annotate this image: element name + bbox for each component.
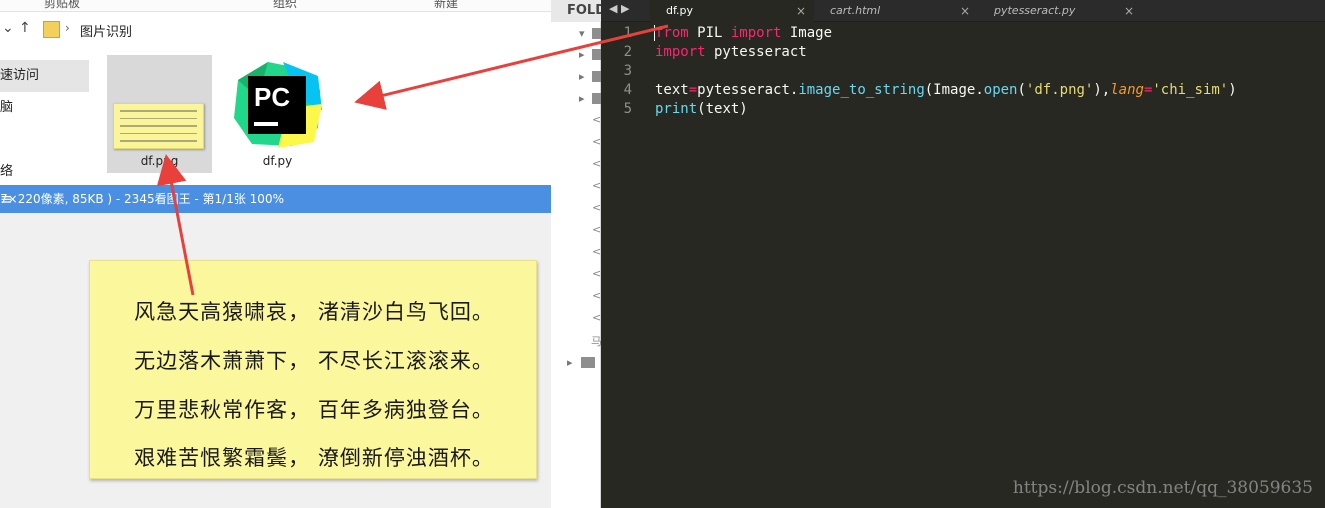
line-number: 2	[623, 44, 632, 60]
sidebar-folder-row[interactable]: ▸	[551, 353, 601, 373]
sidebar-file-row[interactable]: <	[551, 133, 601, 153]
sidebar-file-row[interactable]: <	[551, 199, 601, 219]
sidebar-file-row[interactable]: <	[551, 243, 601, 263]
file-name: df.py	[262, 154, 293, 168]
ribbon-group-labels: 剪贴板 组织 新建	[0, 0, 551, 12]
nav-item-blank[interactable]	[0, 124, 95, 156]
triangle-right-icon: ▸	[567, 356, 573, 369]
ribbon-group-new: 新建	[434, 0, 459, 10]
ribbon-group-organize: 组织	[273, 0, 298, 10]
tab-label: pytesseract.py	[994, 4, 1076, 17]
triangle-down-icon: ▾	[579, 27, 585, 40]
folder-icon	[592, 93, 601, 104]
sidebar-file-row[interactable]: <	[551, 111, 601, 131]
folder-icon	[43, 21, 60, 38]
chevron-down-icon[interactable]: ⌄	[2, 20, 14, 36]
folder-sidebar: FOLD ▾ ▸ ▸ ▸ < < < < < < < < < < 马 ▸	[551, 0, 606, 508]
tab-label: cart.html	[830, 4, 881, 17]
sidebar-folder-row[interactable]: ▸	[551, 89, 601, 109]
code-area[interactable]: from PIL import Image import pytesseract…	[655, 24, 1237, 119]
file-icon: <	[592, 201, 602, 214]
triangle-right-icon: ▸	[579, 70, 585, 83]
image-thumbnail-icon	[113, 103, 204, 149]
image-viewer-canvas: 风急天高猿啸哀， 渚清沙白鸟飞回。 无边落木萧萧下， 不尽长江滚滚来。 万里悲秋…	[0, 213, 551, 508]
close-icon[interactable]: ×	[796, 0, 806, 22]
sidebar-file-row[interactable]: <	[551, 309, 601, 329]
triangle-right-icon: ▸	[579, 48, 585, 61]
tab-label: df.py	[666, 4, 694, 17]
file-icon: <	[592, 223, 602, 236]
file-icon: <	[592, 267, 602, 280]
poem-line: 万里悲秋常作客， 百年多病独登台。	[134, 398, 494, 422]
line-number: 4	[623, 82, 632, 98]
file-item-df-py[interactable]: PC df.py	[225, 55, 330, 173]
file-icon: <	[592, 113, 602, 126]
file-name: df.png	[140, 154, 179, 168]
close-icon[interactable]: ×	[960, 0, 970, 22]
close-icon[interactable]: ×	[1124, 0, 1134, 22]
up-arrow-icon[interactable]: ↑	[19, 20, 31, 36]
code-line: import pytesseract	[655, 44, 807, 60]
tab-df-py[interactable]: df.py ×	[650, 0, 814, 22]
breadcrumb-chevron-icon[interactable]: ›	[65, 21, 70, 35]
folder-icon	[581, 357, 595, 368]
poem-line: 风急天高猿啸哀， 渚清沙白鸟飞回。	[134, 300, 494, 324]
file-icon: <	[592, 289, 602, 302]
tab-nav-arrows-icon[interactable]: ◀ ▶	[609, 2, 629, 15]
sidebar-file-row[interactable]: <	[551, 221, 601, 241]
tab-pytesseract-py[interactable]: pytesseract.py ×	[978, 0, 1142, 22]
viewer-titlebar: 7×220像素, 85KB ) - 2345看图王 - 第1/1张 100% ≡	[0, 185, 551, 213]
file-explorer: 剪贴板 组织 新建 ⌄ ↑ › 图片识别 速访问 脑 络 庭组 df.png P…	[0, 0, 551, 211]
line-number: 3	[623, 63, 632, 79]
file-icon: <	[592, 245, 602, 258]
code-line: print(text)	[655, 101, 748, 117]
code-editor: FOLD ▾ ▸ ▸ ▸ < < < < < < < < < < 马 ▸ ◀ ▶…	[551, 0, 1325, 508]
triangle-right-icon: ▸	[579, 92, 585, 105]
file-icon: <	[592, 179, 602, 192]
menu-icon[interactable]: ≡	[0, 185, 543, 213]
sidebar-header: FOLD	[551, 0, 606, 22]
sidebar-file-row[interactable]: <	[551, 177, 601, 197]
folder-icon	[592, 71, 601, 82]
sidebar-folder-row[interactable]: ▸	[551, 45, 601, 65]
ribbon-group-clipboard: 剪贴板	[44, 0, 81, 10]
line-number: 1	[623, 25, 632, 41]
sidebar-folder-row[interactable]: ▾	[551, 24, 601, 44]
nav-item-this-pc[interactable]: 脑	[0, 92, 95, 124]
code-line: from PIL import Image	[655, 25, 833, 41]
file-icon: <	[592, 157, 602, 170]
code-line: text=pytesseract.image_to_string(Image.o…	[655, 82, 1237, 98]
folder-icon	[592, 28, 601, 39]
nav-item-network[interactable]: 络	[0, 156, 95, 188]
breadcrumb[interactable]: 图片识别	[80, 21, 132, 40]
sidebar-file-row[interactable]: 马	[551, 331, 602, 351]
address-bar[interactable]: ⌄ ↑ › 图片识别	[0, 16, 551, 44]
file-icon: <	[592, 311, 602, 324]
pycharm-logo-text: PC	[254, 82, 290, 112]
poem-line: 艰难苦恨繁霜鬓， 潦倒新停浊酒杯。	[134, 446, 494, 470]
file-item-df-png[interactable]: df.png	[107, 55, 212, 173]
sidebar-file-row[interactable]: <	[551, 287, 601, 307]
line-number: 5	[623, 101, 632, 117]
folder-icon	[592, 49, 601, 60]
nav-item-quick-access[interactable]: 速访问	[0, 60, 89, 92]
line-number-gutter: 1 2 3 4 5	[602, 24, 642, 119]
sidebar-folder-row[interactable]: ▸	[551, 67, 601, 87]
sidebar-file-row[interactable]: <	[551, 155, 601, 175]
tab-cart-html[interactable]: cart.html ×	[814, 0, 978, 22]
sidebar-partial-label: 马	[591, 335, 602, 348]
sidebar-file-row[interactable]: <	[551, 265, 601, 285]
tab-bar: ◀ ▶ df.py × cart.html × pytesseract.py ×	[601, 0, 1325, 22]
pycharm-file-icon: PC	[234, 62, 322, 148]
file-icon: <	[592, 135, 602, 148]
blog-watermark: https://blog.csdn.net/qq_38059635	[1012, 478, 1313, 498]
poem-line: 无边落木萧萧下， 不尽长江滚滚来。	[134, 349, 494, 373]
poem-image: 风急天高猿啸哀， 渚清沙白鸟飞回。 无边落木萧萧下， 不尽长江滚滚来。 万里悲秋…	[89, 260, 537, 479]
